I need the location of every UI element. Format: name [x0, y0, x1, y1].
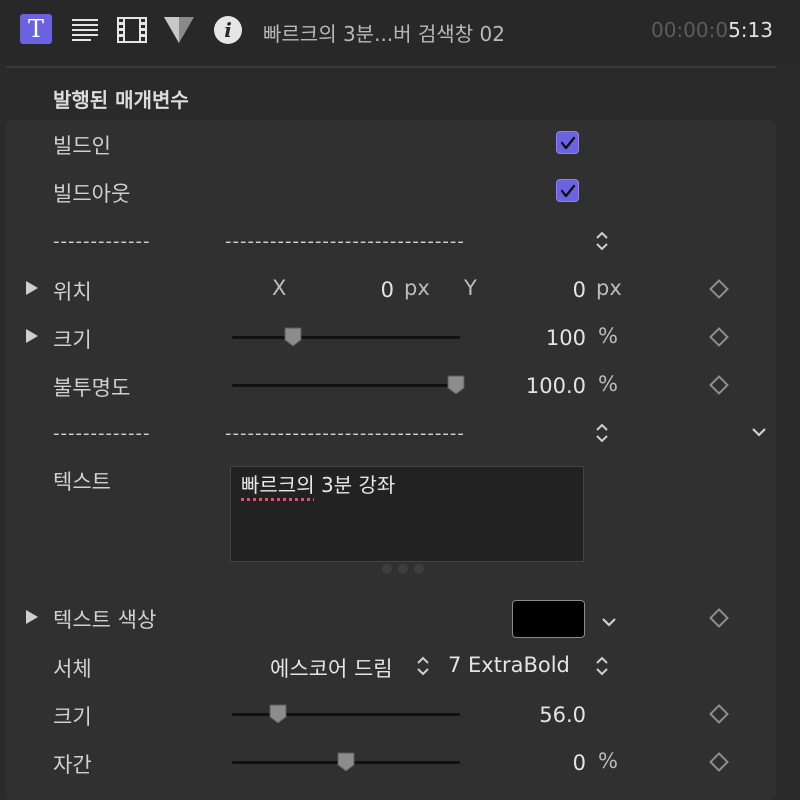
resize-handle[interactable]: [382, 564, 424, 574]
text-color-disclosure-icon[interactable]: [26, 610, 38, 624]
font-family-popup[interactable]: 에스코어 드림: [270, 653, 393, 683]
size-value[interactable]: 100: [500, 326, 586, 350]
timecode-value: 5:13: [728, 18, 773, 42]
tracking-label: 자간: [53, 753, 92, 777]
section-title: 발행된 매개변수: [53, 88, 189, 112]
position-y-unit: px: [596, 276, 622, 300]
text-color-well[interactable]: [512, 600, 585, 638]
text-content-rest: 3분 강좌: [314, 473, 396, 497]
text-input[interactable]: 빠르크의 3분 강좌: [230, 466, 584, 562]
opacity-slider[interactable]: [232, 384, 460, 387]
tracking-value[interactable]: 0: [500, 751, 586, 775]
timecode-leading: 00:00:0: [650, 18, 729, 42]
position-disclosure-icon[interactable]: [26, 281, 38, 295]
misspelled-word: 빠르크의: [241, 473, 315, 497]
size-disclosure-icon[interactable]: [26, 329, 38, 343]
font-size-slider-knob[interactable]: [269, 704, 287, 724]
build-in-label: 빌드인: [53, 134, 111, 158]
size-unit: %: [598, 324, 618, 348]
position-x-label: X: [272, 276, 287, 300]
chevron-down-icon[interactable]: [751, 426, 767, 438]
position-x-value[interactable]: 0: [330, 278, 394, 302]
clip-title: 빠르크의 3분...버 검색창 02: [263, 22, 505, 46]
timecode: 00:00:05:13: [651, 18, 773, 42]
size-slider-knob[interactable]: [284, 327, 302, 347]
separator-popup[interactable]: --------------------------------: [225, 231, 587, 252]
opacity-unit: %: [598, 372, 618, 396]
position-y-label: Y: [464, 276, 477, 300]
position-x-unit: px: [404, 276, 430, 300]
text-inspector-icon[interactable]: [70, 14, 100, 46]
popup-updown-icon[interactable]: [595, 421, 609, 445]
checkmark-icon: [560, 184, 575, 197]
title-inspector-icon[interactable]: T: [20, 14, 52, 44]
position-label: 위치: [53, 280, 92, 304]
font-size-slider[interactable]: [232, 713, 460, 716]
build-out-checkbox[interactable]: [556, 179, 579, 202]
chevron-down-icon[interactable]: [601, 616, 617, 628]
separator-label: -------------: [53, 231, 151, 252]
opacity-slider-knob[interactable]: [447, 375, 465, 395]
font-size-value[interactable]: 56.0: [500, 703, 586, 727]
opacity-label: 불투명도: [53, 376, 131, 400]
svg-text:i: i: [224, 18, 232, 42]
separator-popup[interactable]: --------------------------------: [225, 423, 587, 444]
generator-inspector-icon[interactable]: [162, 14, 196, 46]
checkmark-icon: [560, 136, 575, 149]
build-in-checkbox[interactable]: [556, 131, 579, 154]
font-size-label: 크기: [53, 705, 92, 729]
popup-updown-icon[interactable]: [595, 229, 609, 253]
tracking-unit: %: [598, 749, 618, 773]
text-color-label: 텍스트 색상: [53, 608, 157, 632]
parameters-panel: [6, 120, 776, 800]
size-label: 크기: [53, 328, 92, 352]
separator-label: -------------: [53, 423, 151, 444]
font-weight-popup[interactable]: 7 ExtraBold: [448, 653, 570, 677]
opacity-value[interactable]: 100.0: [500, 374, 586, 398]
text-label: 텍스트: [53, 470, 111, 494]
position-y-value[interactable]: 0: [520, 278, 586, 302]
font-label: 서체: [53, 657, 92, 681]
popup-updown-icon[interactable]: [595, 654, 609, 678]
size-slider[interactable]: [232, 336, 460, 339]
text-content: 빠르크의 3분 강좌: [241, 469, 395, 498]
video-inspector-icon[interactable]: [116, 14, 148, 46]
popup-updown-icon[interactable]: [416, 654, 430, 678]
tracking-slider-knob[interactable]: [337, 752, 355, 772]
info-inspector-icon[interactable]: i: [212, 14, 244, 46]
build-out-label: 빌드아웃: [53, 182, 131, 206]
header-divider: [6, 66, 776, 68]
